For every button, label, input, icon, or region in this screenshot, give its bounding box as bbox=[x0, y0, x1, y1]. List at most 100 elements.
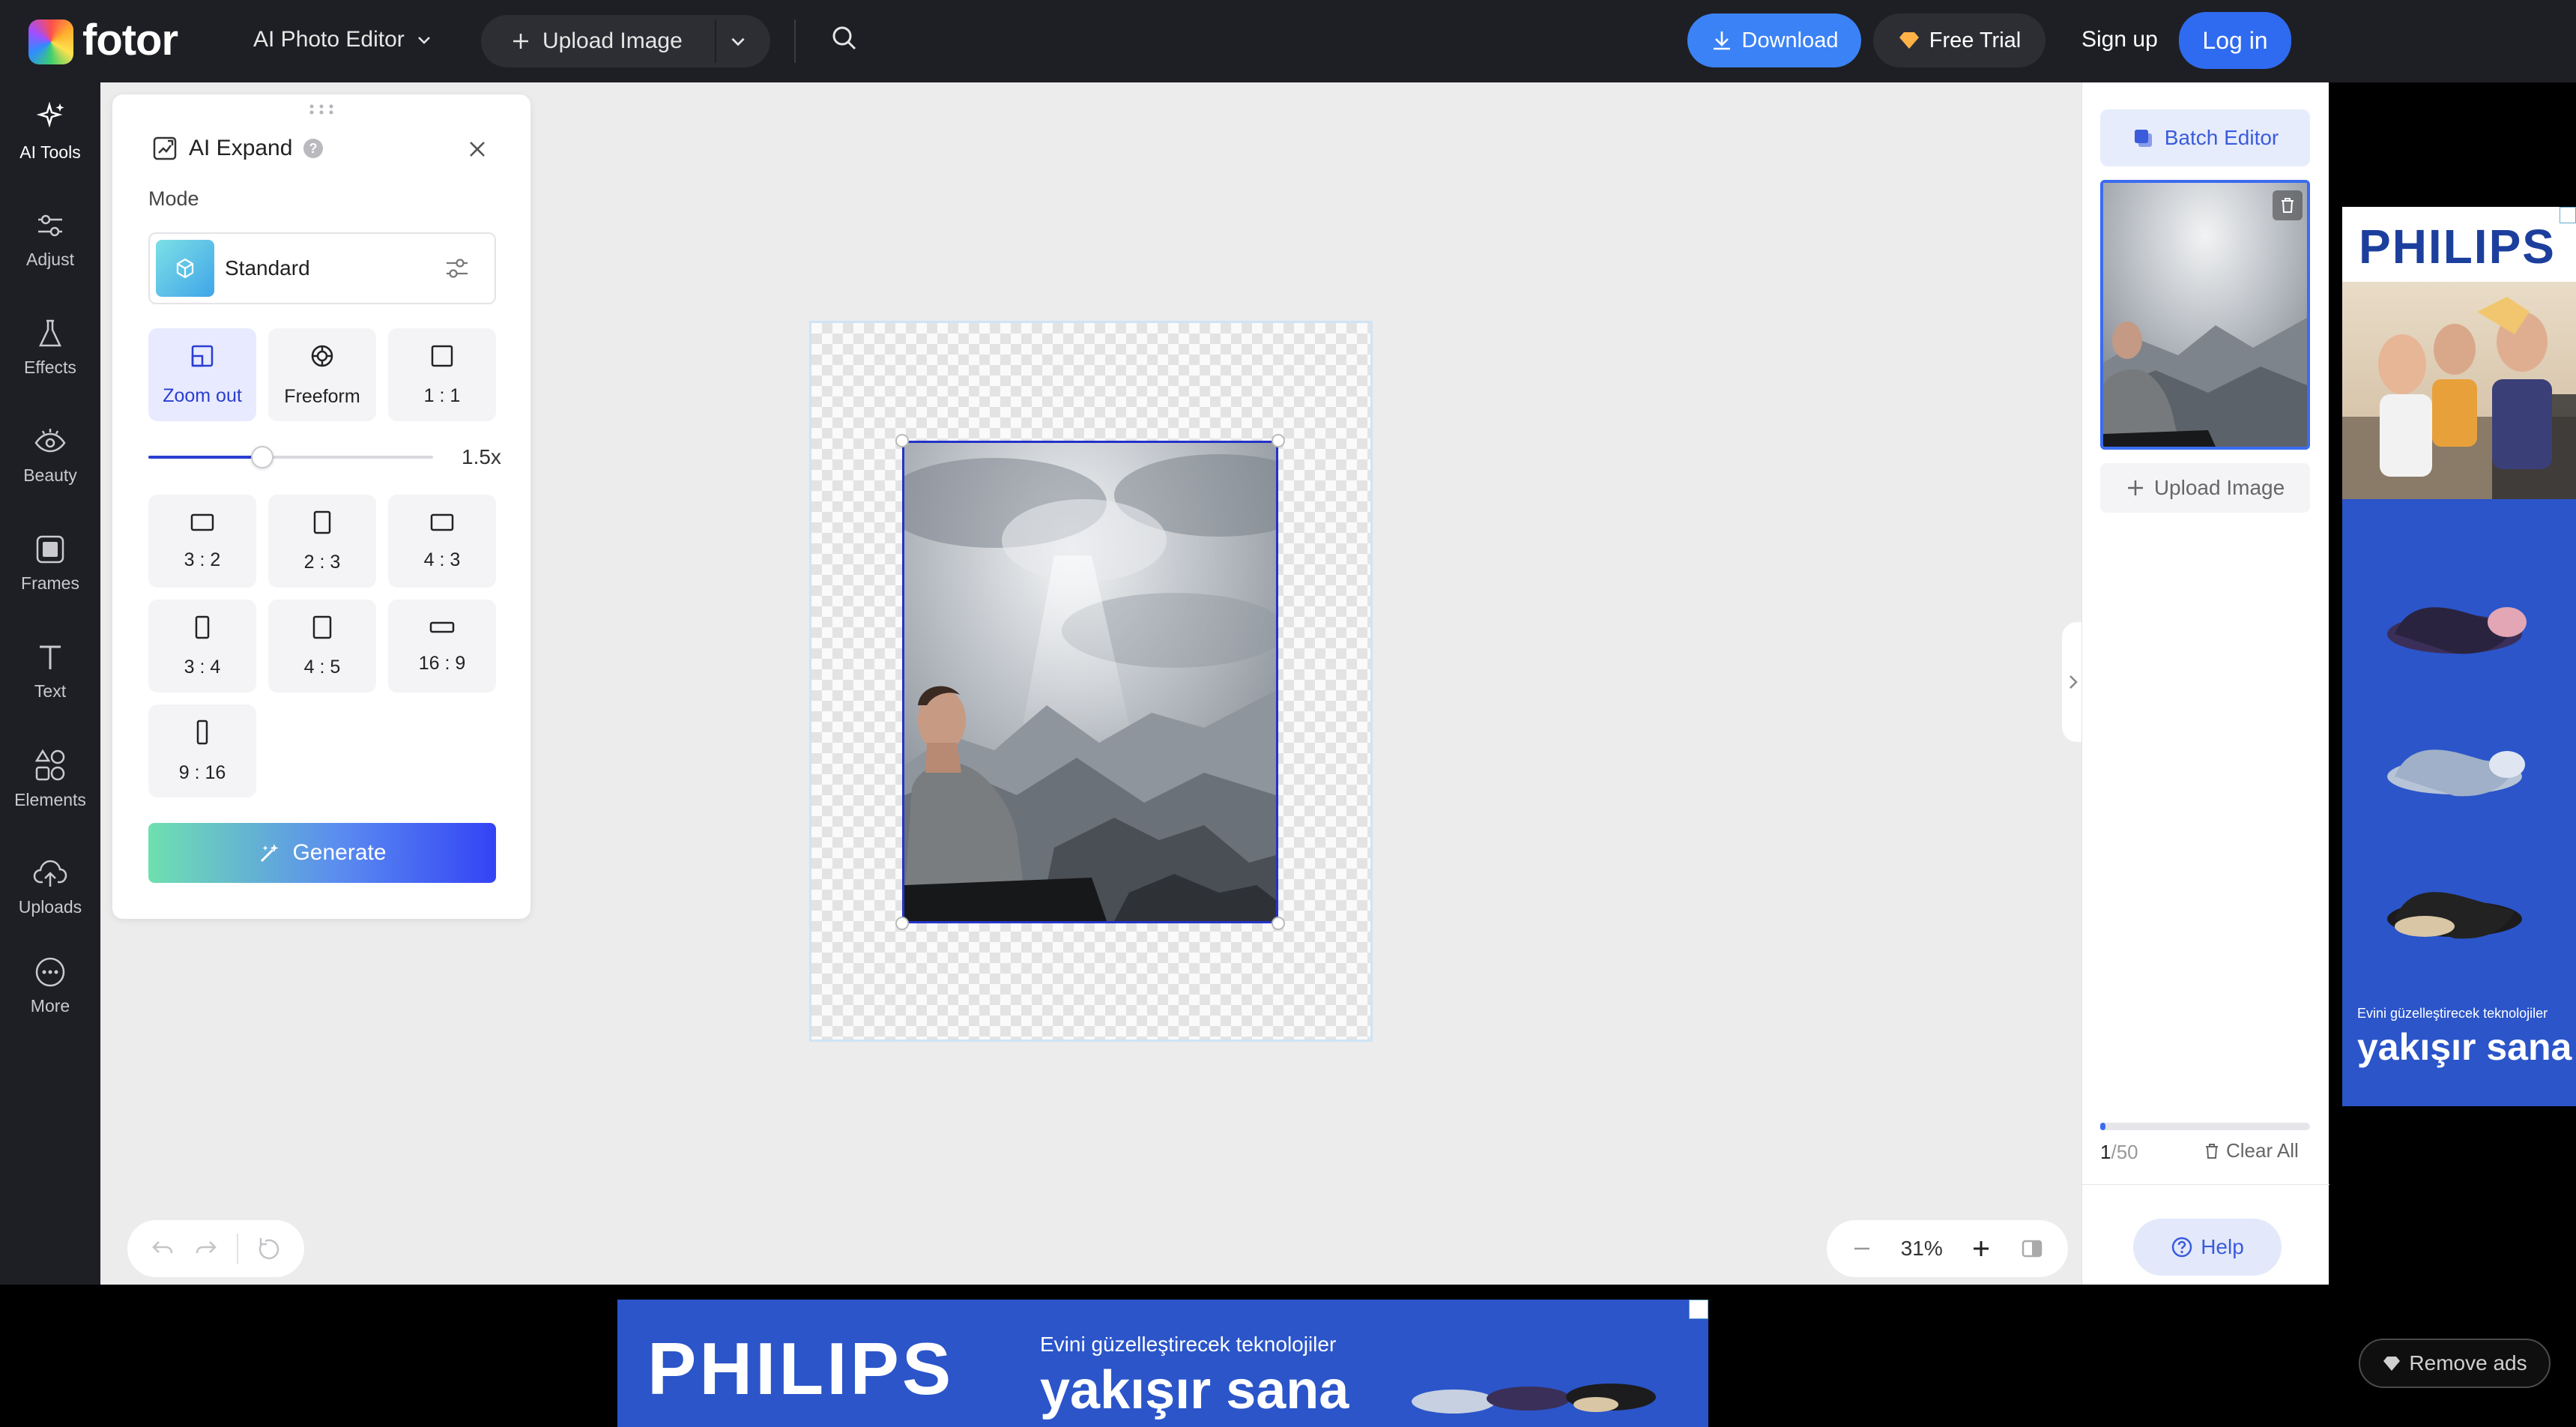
advertisement-banner[interactable]: PHILIPS Evini güzelleştirecek teknolojil… bbox=[617, 1300, 1708, 1427]
square-ratio-icon bbox=[431, 345, 453, 366]
landscape-ratio-icon bbox=[430, 513, 454, 531]
cube-icon bbox=[156, 240, 214, 297]
image-count-total: /50 bbox=[2111, 1141, 2138, 1163]
delete-thumbnail-button[interactable] bbox=[2273, 190, 2303, 220]
expand-icon bbox=[151, 135, 178, 162]
ratio-label: 3 : 4 bbox=[184, 656, 221, 678]
brand-name[interactable]: fotor bbox=[82, 15, 178, 65]
thumbnail-card[interactable] bbox=[2100, 180, 2310, 450]
ratio-3-2[interactable]: 3 : 2 bbox=[148, 495, 256, 588]
generate-button[interactable]: Generate bbox=[148, 823, 496, 883]
top-bar: fotor AI Photo Editor Upload Image Downl… bbox=[0, 0, 2576, 82]
more-icon bbox=[34, 956, 67, 989]
upload-options-button[interactable] bbox=[728, 31, 748, 51]
compare-icon[interactable] bbox=[2020, 1237, 2044, 1261]
ratio-2-3[interactable]: 2 : 3 bbox=[268, 495, 376, 588]
flask-icon bbox=[34, 317, 67, 350]
batch-editor-button[interactable]: Batch Editor bbox=[2100, 109, 2310, 166]
zoom-slider-track[interactable] bbox=[148, 446, 433, 468]
zoom-level[interactable]: 31% bbox=[1901, 1237, 1943, 1261]
upload-progress-fill bbox=[2100, 1123, 2105, 1130]
rail-item-ai-tools[interactable]: AI Tools bbox=[0, 82, 100, 180]
portrait-ratio-icon bbox=[312, 615, 332, 639]
ad-tagline-small: Evini güzelleştirecek teknolojiler bbox=[2357, 1006, 2548, 1021]
ratio-16-9[interactable]: 16 : 9 bbox=[388, 600, 496, 693]
eye-icon bbox=[33, 425, 67, 458]
search-button[interactable] bbox=[830, 24, 859, 52]
rail-item-label: Effects bbox=[24, 357, 76, 377]
photo-frame[interactable] bbox=[902, 441, 1278, 923]
rail-item-adjust[interactable]: Adjust bbox=[0, 190, 100, 288]
resize-handle[interactable] bbox=[895, 434, 909, 447]
upload-image-button[interactable]: Upload Image bbox=[2100, 463, 2310, 513]
zoom-in-icon[interactable] bbox=[1970, 1237, 1992, 1260]
rail-item-label: Adjust bbox=[26, 249, 74, 269]
rail-item-beauty[interactable]: Beauty bbox=[0, 406, 100, 504]
close-panel-button[interactable] bbox=[465, 136, 490, 162]
sign-up-link[interactable]: Sign up bbox=[2081, 27, 2158, 52]
option-ratio-1-1[interactable]: 1 : 1 bbox=[388, 328, 496, 421]
rail-item-label: More bbox=[30, 995, 70, 1016]
mode-label: Mode bbox=[148, 187, 199, 210]
resize-handle[interactable] bbox=[1272, 434, 1285, 447]
settings-sliders-icon[interactable] bbox=[444, 255, 471, 286]
rail-item-label: Beauty bbox=[23, 465, 77, 485]
left-toolbar: AI Tools Adjust Effects Beauty Frames Te… bbox=[0, 82, 100, 1285]
ad-choices-icon[interactable] bbox=[1689, 1300, 1708, 1319]
zoom-controls: 31% bbox=[1827, 1220, 2068, 1277]
sparkle-icon bbox=[33, 100, 67, 135]
drag-handle[interactable] bbox=[309, 103, 334, 119]
tall-ratio-icon bbox=[196, 719, 208, 744]
portrait-ratio-icon bbox=[313, 510, 331, 534]
editor-menu-label: AI Photo Editor bbox=[253, 27, 405, 52]
rail-item-more[interactable]: More bbox=[0, 937, 100, 1034]
upload-image-label: Upload Image bbox=[2153, 476, 2285, 499]
log-in-button[interactable]: Log in bbox=[2179, 12, 2291, 69]
remove-ads-button[interactable]: Remove ads bbox=[2359, 1339, 2551, 1388]
option-zoom-out[interactable]: Zoom out bbox=[148, 328, 256, 421]
rail-item-elements[interactable]: Elements bbox=[0, 730, 100, 827]
zoom-out-icon[interactable] bbox=[1851, 1237, 1873, 1260]
diamond-icon bbox=[2382, 1355, 2401, 1372]
ratio-4-3[interactable]: 4 : 3 bbox=[388, 495, 496, 588]
resize-handle[interactable] bbox=[1272, 917, 1285, 930]
help-icon[interactable]: ? bbox=[303, 138, 324, 159]
redo-icon[interactable] bbox=[193, 1236, 219, 1261]
rail-item-label: AI Tools bbox=[19, 142, 81, 162]
download-label: Download bbox=[1741, 28, 1839, 52]
option-freeform[interactable]: Freeform bbox=[268, 328, 376, 421]
reset-icon[interactable] bbox=[256, 1236, 282, 1261]
advertisement-vertical[interactable]: PHILIPS Evini güzelleştirecek teknolojil… bbox=[2342, 207, 2576, 1106]
rail-item-effects[interactable]: Effects bbox=[0, 298, 100, 396]
ratio-3-4[interactable]: 3 : 4 bbox=[148, 600, 256, 693]
photo-image bbox=[904, 443, 1276, 921]
upload-image-group: Upload Image bbox=[481, 15, 770, 67]
free-trial-button[interactable]: Free Trial bbox=[1873, 13, 2046, 67]
zoom-slider-thumb[interactable] bbox=[251, 446, 273, 468]
free-trial-label: Free Trial bbox=[1929, 28, 2022, 52]
upload-image-button[interactable]: Upload Image bbox=[511, 28, 683, 54]
undo-icon[interactable] bbox=[150, 1236, 175, 1261]
download-button[interactable]: Download bbox=[1687, 13, 1861, 67]
editor-menu[interactable]: AI Photo Editor bbox=[253, 27, 433, 52]
panel-header: AI Expand ? bbox=[151, 135, 324, 162]
ratio-9-16[interactable]: 9 : 16 bbox=[148, 705, 256, 797]
batch-editor-label: Batch Editor bbox=[2164, 126, 2279, 149]
trash-icon bbox=[2279, 196, 2296, 214]
resize-handle[interactable] bbox=[895, 917, 909, 930]
rail-item-text[interactable]: Text bbox=[0, 622, 100, 719]
ad-choices-icon[interactable] bbox=[2560, 207, 2576, 223]
mode-select[interactable]: Standard bbox=[148, 232, 496, 304]
ad-tagline-big: yakışır sana bbox=[1040, 1360, 1349, 1420]
rail-item-uploads[interactable]: Uploads bbox=[0, 838, 100, 935]
help-button[interactable]: Help bbox=[2133, 1219, 2282, 1276]
fotor-logo-icon[interactable] bbox=[28, 19, 73, 64]
ratio-4-5[interactable]: 4 : 5 bbox=[268, 600, 376, 693]
cloud-upload-icon bbox=[32, 857, 68, 890]
zoom-slider-fill bbox=[148, 456, 262, 459]
download-icon bbox=[1711, 29, 1733, 52]
clear-all-button[interactable]: Clear All bbox=[2204, 1139, 2299, 1162]
rail-item-frames[interactable]: Frames bbox=[0, 514, 100, 612]
history-controls bbox=[127, 1220, 304, 1277]
divider bbox=[237, 1234, 238, 1264]
